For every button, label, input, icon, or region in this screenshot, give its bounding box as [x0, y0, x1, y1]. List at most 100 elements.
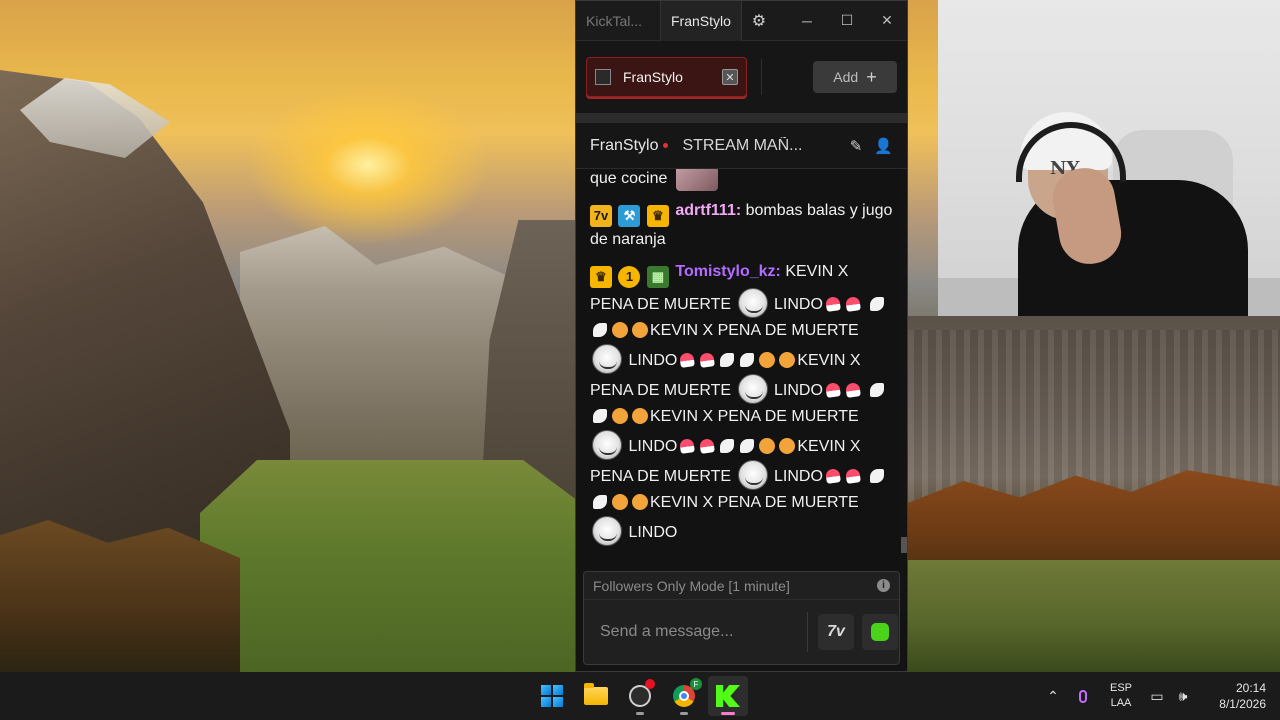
trollface-emote	[737, 374, 768, 404]
window-controls: ─ ☐ ✕	[787, 1, 907, 41]
running-indicator	[680, 712, 688, 715]
wing-emote	[870, 297, 885, 311]
kick-logo-icon	[871, 623, 889, 641]
chat-message: ♛ 1 ▦ Tomistylo_kz: KEVIN X PENA DE MUER…	[590, 259, 893, 546]
folder-icon	[584, 683, 608, 705]
pleading-face-emote	[612, 494, 628, 510]
title-bar[interactable]: KickTal... FranStylo ⚙ ─ ☐ ✕	[576, 0, 907, 41]
tabs-divider	[761, 59, 762, 95]
message-text: KEVIN X PENA DE MUERTE	[650, 494, 859, 511]
chat-message: que cocine	[590, 169, 893, 192]
chat-channel-name[interactable]: FranStylo	[590, 137, 658, 155]
heart-emote	[824, 382, 841, 398]
clock-time: 20:14	[1235, 681, 1266, 695]
heart-emote	[844, 296, 861, 312]
heart-emote	[824, 296, 841, 312]
trollface-emote	[592, 344, 622, 374]
window-tab-franstylo[interactable]: FranStylo	[660, 0, 742, 41]
chat-header: FranStylo STREAM MAÑ... ✎ 👤	[576, 123, 907, 169]
chrome-button[interactable]: F	[664, 676, 704, 716]
message-text: KEVIN X PENA DE MUERTE	[650, 408, 859, 425]
heart-emote	[699, 352, 716, 368]
volume-icon[interactable]: 🕪	[1170, 688, 1196, 705]
message-text: LINDO	[628, 352, 678, 369]
wing-emote	[593, 495, 607, 509]
message-text: KEVIN X PENA DE MUERTE	[650, 322, 859, 339]
user-icon[interactable]: 👤	[874, 137, 893, 155]
pleading-face-emote	[759, 352, 776, 368]
heart-emote	[824, 468, 841, 484]
start-button[interactable]	[532, 676, 572, 716]
system-tray: ⌃ ESP LAA ▭ 🕪 20:14 8/1/2026	[1038, 672, 1280, 720]
show-hidden-icons-chevron-icon[interactable]: ⌃	[1038, 688, 1068, 705]
chat-message: 7v ⚒ ♛ adrtf111: bombas balas y jugo de …	[590, 198, 893, 253]
composer-box: Followers Only Mode [1 minute] i 7v	[583, 571, 900, 665]
obs-button[interactable]	[620, 676, 660, 716]
network-icon[interactable]: ▭	[1144, 688, 1170, 705]
wallpaper-valley	[200, 460, 580, 672]
file-explorer-button[interactable]	[576, 676, 616, 716]
language-code: ESP	[1109, 682, 1132, 694]
og-badge-icon: 7v	[590, 205, 612, 227]
chat-scroll-thumb[interactable]	[901, 537, 907, 553]
pleading-face-emote	[632, 322, 648, 338]
wing-emote	[740, 353, 755, 367]
trollface-emote	[737, 460, 768, 490]
close-tab-icon[interactable]: ✕	[722, 69, 738, 85]
chat-username[interactable]: Tomistylo_kz:	[675, 263, 781, 280]
minimize-button[interactable]: ─	[787, 1, 827, 41]
maximize-button[interactable]: ☐	[827, 1, 867, 41]
settings-gear-icon[interactable]: ⚙	[742, 1, 776, 41]
crown-badge-icon: ♛	[646, 205, 669, 227]
message-input[interactable]	[600, 623, 807, 641]
wing-emote	[870, 383, 885, 397]
kick-app-button[interactable]	[708, 676, 748, 716]
emote-picker-button[interactable]: 7v	[818, 614, 854, 650]
info-icon[interactable]: i	[877, 579, 890, 592]
recording-dot-icon	[645, 679, 655, 689]
active-indicator	[721, 712, 735, 715]
close-window-button[interactable]: ✕	[867, 1, 907, 41]
message-text: LINDO	[628, 438, 678, 455]
followers-only-notice: Followers Only Mode [1 minute] i	[584, 572, 899, 600]
running-indicator	[636, 712, 644, 715]
heart-emote	[679, 438, 696, 454]
kick-icon	[716, 685, 740, 707]
add-channel-button[interactable]: Add +	[813, 61, 897, 93]
pleading-face-emote	[632, 494, 648, 510]
taskbar: F ⌃ ESP LAA ▭ 🕪 20:14 8/1/2026	[0, 672, 1280, 720]
trollface-emote	[737, 288, 768, 318]
pleading-face-emote	[632, 408, 648, 424]
chat-scrollbar[interactable]	[901, 169, 907, 567]
channel-tab-franstylo[interactable]: FranStylo ✕	[586, 57, 747, 97]
moderator-hammer-icon: ⚒	[618, 205, 641, 227]
kick-emote-button[interactable]	[862, 614, 898, 650]
trollface-emote	[592, 430, 622, 460]
founder-badge-icon: 1	[618, 266, 641, 288]
followers-mode-text: Followers Only Mode [1 minute]	[593, 577, 790, 594]
clock[interactable]: 20:14 8/1/2026	[1196, 680, 1280, 712]
pin-icon[interactable]: ✎	[850, 137, 863, 155]
chat-composer: Followers Only Mode [1 minute] i 7v	[576, 567, 907, 671]
wing-emote	[593, 323, 607, 337]
chat-username[interactable]: adrtf111:	[675, 202, 741, 219]
broken-image-icon	[595, 69, 611, 85]
pleading-face-emote	[612, 408, 628, 424]
profile-badge-icon: F	[690, 678, 702, 690]
webcam-feed: NY	[938, 0, 1280, 316]
chat-messages[interactable]: que cocine 7v ⚒ ♛ adrtf111: bombas balas…	[576, 169, 907, 567]
live-indicator-icon	[663, 143, 669, 148]
stream-title: STREAM MAÑ...	[682, 136, 803, 154]
obs-icon	[629, 679, 655, 707]
pleading-face-emote	[779, 438, 796, 454]
trollface-emote	[592, 516, 622, 546]
message-text: LINDO	[773, 382, 823, 399]
tabs-scrollbar[interactable]	[576, 113, 907, 123]
plus-icon: +	[866, 66, 877, 87]
microphone-icon[interactable]	[1068, 689, 1098, 703]
message-input-row: 7v	[584, 600, 899, 664]
wing-emote	[870, 469, 885, 483]
input-language[interactable]: ESP LAA	[1098, 681, 1144, 711]
pleading-face-emote	[779, 352, 796, 368]
emote-image	[675, 169, 718, 191]
